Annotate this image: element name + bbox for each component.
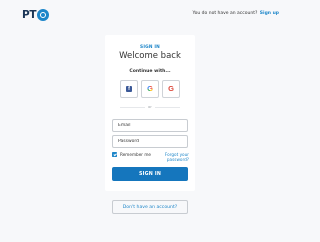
remember-me-label: Remember me	[120, 152, 151, 157]
or-divider: or	[120, 104, 180, 110]
remember-me-checkbox[interactable]	[112, 152, 117, 157]
divider-line-left	[120, 106, 146, 108]
divider-line-right	[154, 106, 180, 108]
facebook-login-button[interactable]: f	[120, 80, 138, 98]
no-account-question: You do not have an account?	[192, 11, 258, 16]
sign-up-link[interactable]: Sign up	[260, 11, 279, 16]
forgot-password-link[interactable]: Forgot your password?	[163, 152, 189, 162]
top-navigation: You do not have an account? Sign up	[193, 11, 280, 16]
page-title: Welcome back	[119, 51, 181, 61]
password-field[interactable]	[112, 135, 188, 148]
google-icon: G	[147, 84, 153, 93]
google-plus-login-button[interactable]: G	[162, 80, 180, 98]
brand-logo-text: PT	[22, 9, 37, 21]
google-login-button[interactable]: G	[141, 80, 159, 98]
email-field[interactable]	[112, 119, 188, 132]
brand-logo[interactable]: PT	[22, 9, 50, 21]
sign-in-button[interactable]: SIGN IN	[112, 167, 188, 181]
or-text: or	[148, 105, 152, 109]
facebook-icon: f	[126, 86, 132, 92]
continue-with-label: Continue with...	[129, 69, 171, 74]
sign-in-eyebrow: SIGN IN	[140, 45, 160, 50]
dont-have-account-button[interactable]: Don't have an account?	[112, 200, 188, 214]
brand-logo-badge-icon	[37, 9, 50, 21]
remember-me-row[interactable]: Remember me	[112, 152, 151, 157]
google-plus-icon: G	[168, 84, 174, 93]
